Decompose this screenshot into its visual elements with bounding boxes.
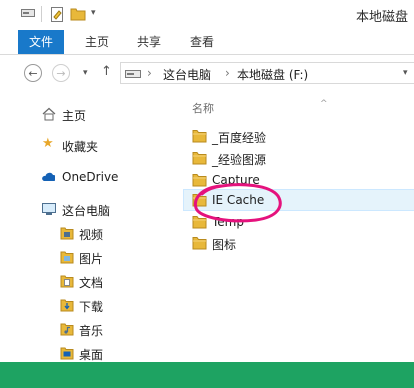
documents-library-icon [60,275,74,288]
forward-button[interactable]: → [52,64,70,82]
up-button[interactable]: ↑ [101,64,112,79]
sidebar-item-label: 图片 [79,252,104,266]
navigation-bar: ← → ▾ ↑ › 这台电脑 › 本地磁盘 (F:) ▾ [0,55,414,91]
title-bar: ▾ 本地磁盘 [0,0,414,30]
downloads-library-icon [60,299,74,312]
ribbon: 文件 主页 共享 查看 [0,30,414,55]
folder-name: _百度经验 [212,131,267,145]
sidebar-item-favorites[interactable]: ★ 收藏夹 [18,136,178,156]
folder-name: 图标 [212,238,237,252]
drive-icon[interactable] [21,7,35,19]
folder-icon [192,152,207,165]
window-title: 本地磁盘 [356,10,409,25]
folder-icon [192,216,207,229]
breadcrumb-local-disk[interactable]: 本地磁盘 (F:) [237,66,308,83]
drive-icon [125,70,141,78]
status-bar [0,362,414,388]
music-library-icon [60,323,74,336]
folder-row[interactable]: _百度经验 [184,126,414,146]
home-icon [42,107,56,121]
folder-row[interactable]: Capture [184,170,414,190]
folder-row-selected[interactable]: IE Cache [183,189,414,211]
column-header-label: 名称 [192,102,214,115]
properties-icon[interactable] [50,7,64,22]
file-list: 名称 ^ _百度经验 _经验图源 Capture IE Cache Temp 图… [183,92,414,362]
new-folder-icon[interactable] [70,7,86,21]
sidebar-item-documents[interactable]: 文档 [18,272,178,292]
recent-locations-dropdown[interactable]: ▾ [83,68,88,78]
navigation-pane: 主页 ★ 收藏夹 OneDrive 这台电脑 视频 图片 文档 下载 音乐 桌面 [18,92,182,362]
sidebar-item-this-pc[interactable]: 这台电脑 [18,200,178,220]
tab-home[interactable]: 主页 [78,30,116,54]
sidebar-item-home[interactable]: 主页 [18,105,178,125]
folder-icon [192,194,207,207]
back-button[interactable]: ← [24,64,42,82]
sidebar-item-downloads[interactable]: 下载 [18,296,178,316]
folder-name: Capture [212,173,260,187]
folder-name: IE Cache [212,193,265,207]
video-library-icon [60,227,74,240]
sidebar-item-label: 主页 [62,109,87,123]
sidebar-item-pictures[interactable]: 图片 [18,248,178,268]
sidebar-item-desktop[interactable]: 桌面 [18,344,178,364]
computer-icon [42,203,56,215]
sidebar-item-label: 音乐 [79,324,104,338]
folder-row[interactable]: 图标 [184,233,414,253]
sidebar-item-label: OneDrive [62,170,119,184]
folder-icon [192,130,207,143]
sidebar-item-onedrive[interactable]: OneDrive [18,168,178,188]
pictures-library-icon [60,251,74,264]
folder-name: Temp [212,215,244,229]
customize-dropdown-icon[interactable]: ▾ [91,8,96,18]
folder-icon [192,237,207,250]
sidebar-item-label: 视频 [79,228,104,242]
folder-name: _经验图源 [212,153,267,167]
tab-file[interactable]: 文件 [18,30,64,54]
sidebar-item-label: 这台电脑 [62,204,111,218]
breadcrumb-separator: › [225,66,230,80]
sort-indicator-icon: ^ [320,99,328,109]
column-header-name[interactable]: 名称 ^ [192,99,328,116]
address-dropdown-icon[interactable]: ▾ [403,68,408,78]
star-icon: ★ [42,136,54,151]
breadcrumb-separator: › [147,66,152,80]
folder-icon [192,174,207,187]
address-bar[interactable]: › 这台电脑 › 本地磁盘 (F:) ▾ [120,62,414,84]
qat-divider [41,6,42,22]
sidebar-item-videos[interactable]: 视频 [18,224,178,244]
sidebar-item-label: 文档 [79,276,104,290]
cloud-icon [42,172,55,181]
tab-share[interactable]: 共享 [130,30,168,54]
tab-view[interactable]: 查看 [183,30,221,54]
sidebar-item-label: 下载 [79,300,104,314]
folder-row[interactable]: _经验图源 [184,148,414,168]
folder-row[interactable]: Temp [184,212,414,232]
sidebar-item-label: 桌面 [79,348,104,362]
sidebar-item-label: 收藏夹 [62,140,99,154]
sidebar-item-music[interactable]: 音乐 [18,320,178,340]
breadcrumb-this-pc[interactable]: 这台电脑 [163,66,211,83]
desktop-library-icon [60,347,74,360]
